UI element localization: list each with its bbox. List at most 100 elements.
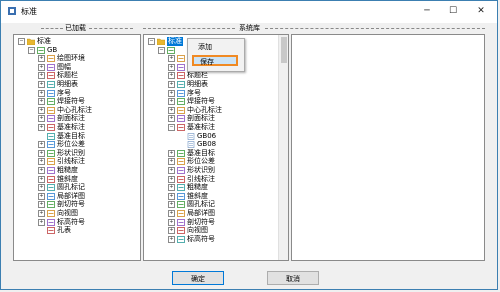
expand-toggle[interactable]: + xyxy=(168,158,175,166)
expand-toggle[interactable]: + xyxy=(168,115,175,123)
group-label-system: 系统库 xyxy=(239,24,260,32)
hole-icon xyxy=(177,201,185,209)
expand-toggle[interactable]: + xyxy=(38,124,45,131)
expand-toggle[interactable]: + xyxy=(168,227,175,235)
shape-icon xyxy=(177,167,185,174)
expand-toggle[interactable]: + xyxy=(168,218,175,226)
doc-icon xyxy=(187,132,195,140)
group-line-left-b xyxy=(89,28,133,29)
expand-toggle[interactable]: + xyxy=(38,175,45,183)
expand-toggle[interactable]: + xyxy=(38,184,45,192)
group-line-right-a xyxy=(143,28,235,29)
expand-toggle[interactable]: + xyxy=(168,175,175,183)
cancel-button[interactable]: 取消 xyxy=(267,271,319,285)
collapse-toggle[interactable]: − xyxy=(148,38,155,45)
folder-icon xyxy=(156,38,166,46)
expand-toggle[interactable]: + xyxy=(38,98,45,106)
datum-target-icon xyxy=(47,132,55,140)
group-label-added: 已加载 xyxy=(65,24,86,32)
expand-toggle[interactable]: + xyxy=(38,218,45,226)
expand-toggle[interactable]: + xyxy=(38,72,45,80)
weld-icon xyxy=(47,98,55,106)
title-bar: 标准 ─ ☐ ✕ xyxy=(1,1,497,23)
title-block-icon xyxy=(47,72,55,80)
cut-icon xyxy=(47,201,55,209)
env-icon xyxy=(177,55,185,63)
frame-icon xyxy=(47,63,55,71)
expand-toggle[interactable]: + xyxy=(38,81,45,88)
expand-toggle[interactable]: + xyxy=(38,201,45,209)
expand-toggle[interactable]: + xyxy=(168,149,175,157)
hole-table-icon xyxy=(47,227,55,235)
shape-icon xyxy=(47,149,55,157)
minimize-button[interactable]: ─ xyxy=(419,3,435,19)
collapse-toggle[interactable]: − xyxy=(28,46,35,54)
taper-icon xyxy=(177,192,185,200)
center-hole-icon xyxy=(177,106,185,114)
bom-icon xyxy=(47,81,55,88)
expand-toggle[interactable]: + xyxy=(38,115,45,123)
expand-toggle[interactable]: + xyxy=(168,63,175,71)
env-icon xyxy=(47,55,55,63)
view-icon xyxy=(47,210,55,217)
expand-toggle[interactable]: + xyxy=(168,89,175,97)
tree-item[interactable]: + 标高符号 xyxy=(168,235,288,244)
datum-icon xyxy=(177,124,185,131)
expand-toggle[interactable]: + xyxy=(38,210,45,217)
section-icon xyxy=(47,115,55,123)
expand-toggle[interactable]: + xyxy=(168,192,175,200)
ok-button[interactable]: 确定 xyxy=(172,271,224,285)
expand-toggle[interactable]: + xyxy=(168,210,175,217)
maximize-button[interactable]: ☐ xyxy=(445,3,461,19)
collapse-toggle[interactable]: − xyxy=(168,124,175,131)
collapse-toggle[interactable]: − xyxy=(158,46,165,54)
preview-panel xyxy=(291,34,485,261)
tolerance-icon xyxy=(177,158,185,166)
app-icon xyxy=(8,7,16,15)
detail-icon xyxy=(177,210,185,217)
expand-toggle[interactable]: + xyxy=(38,141,45,149)
balloon-icon xyxy=(47,89,55,97)
tree-item[interactable]: 孔表 xyxy=(38,226,140,235)
folder-icon xyxy=(26,38,36,46)
expand-toggle[interactable]: + xyxy=(168,167,175,174)
expand-toggle[interactable]: + xyxy=(168,72,175,80)
context-menu-save[interactable]: 保存 xyxy=(192,55,238,66)
close-button[interactable]: ✕ xyxy=(473,3,489,19)
collapse-toggle[interactable]: − xyxy=(18,38,25,45)
tree-item-label: 孔表 xyxy=(57,226,71,235)
datum-icon xyxy=(47,124,55,131)
hole-icon xyxy=(47,184,55,192)
roughness-icon xyxy=(177,184,185,192)
frame-icon xyxy=(177,63,185,71)
expand-toggle[interactable]: + xyxy=(168,235,175,243)
expand-toggle[interactable]: + xyxy=(38,106,45,114)
expand-toggle[interactable]: + xyxy=(168,81,175,88)
context-menu-add[interactable]: 添加 xyxy=(192,42,238,53)
expand-toggle[interactable]: + xyxy=(38,167,45,174)
expand-toggle[interactable]: + xyxy=(38,63,45,71)
tolerance-icon xyxy=(47,141,55,149)
expand-toggle[interactable]: + xyxy=(38,192,45,200)
expand-toggle[interactable]: + xyxy=(168,55,175,63)
expand-toggle[interactable]: + xyxy=(168,201,175,209)
leader-icon xyxy=(47,158,55,166)
window-title: 标准 xyxy=(21,7,37,16)
expand-toggle[interactable]: + xyxy=(38,158,45,166)
taper-icon xyxy=(47,175,55,183)
leader-icon xyxy=(177,175,185,183)
view-icon xyxy=(177,227,185,235)
expand-toggle[interactable]: + xyxy=(168,106,175,114)
tree-item-label: 标高符号 xyxy=(187,234,215,243)
expand-toggle[interactable]: + xyxy=(168,98,175,106)
expand-toggle[interactable]: + xyxy=(168,184,175,192)
elevation-icon xyxy=(47,218,55,226)
standard-icon xyxy=(167,46,175,54)
expand-toggle[interactable]: + xyxy=(38,149,45,157)
cut-icon xyxy=(177,218,185,226)
expand-toggle[interactable]: + xyxy=(38,89,45,97)
expand-toggle[interactable]: + xyxy=(38,55,45,63)
loaded-tree-panel[interactable]: − 标准 − GB + 绘图环境 + 图幅 + 标题栏 + 明细表 + 序号 + 焊接符号 + 中心孔标注 + 剖面标… xyxy=(13,34,141,261)
roughness-icon xyxy=(47,167,55,174)
detail-icon xyxy=(47,192,55,200)
